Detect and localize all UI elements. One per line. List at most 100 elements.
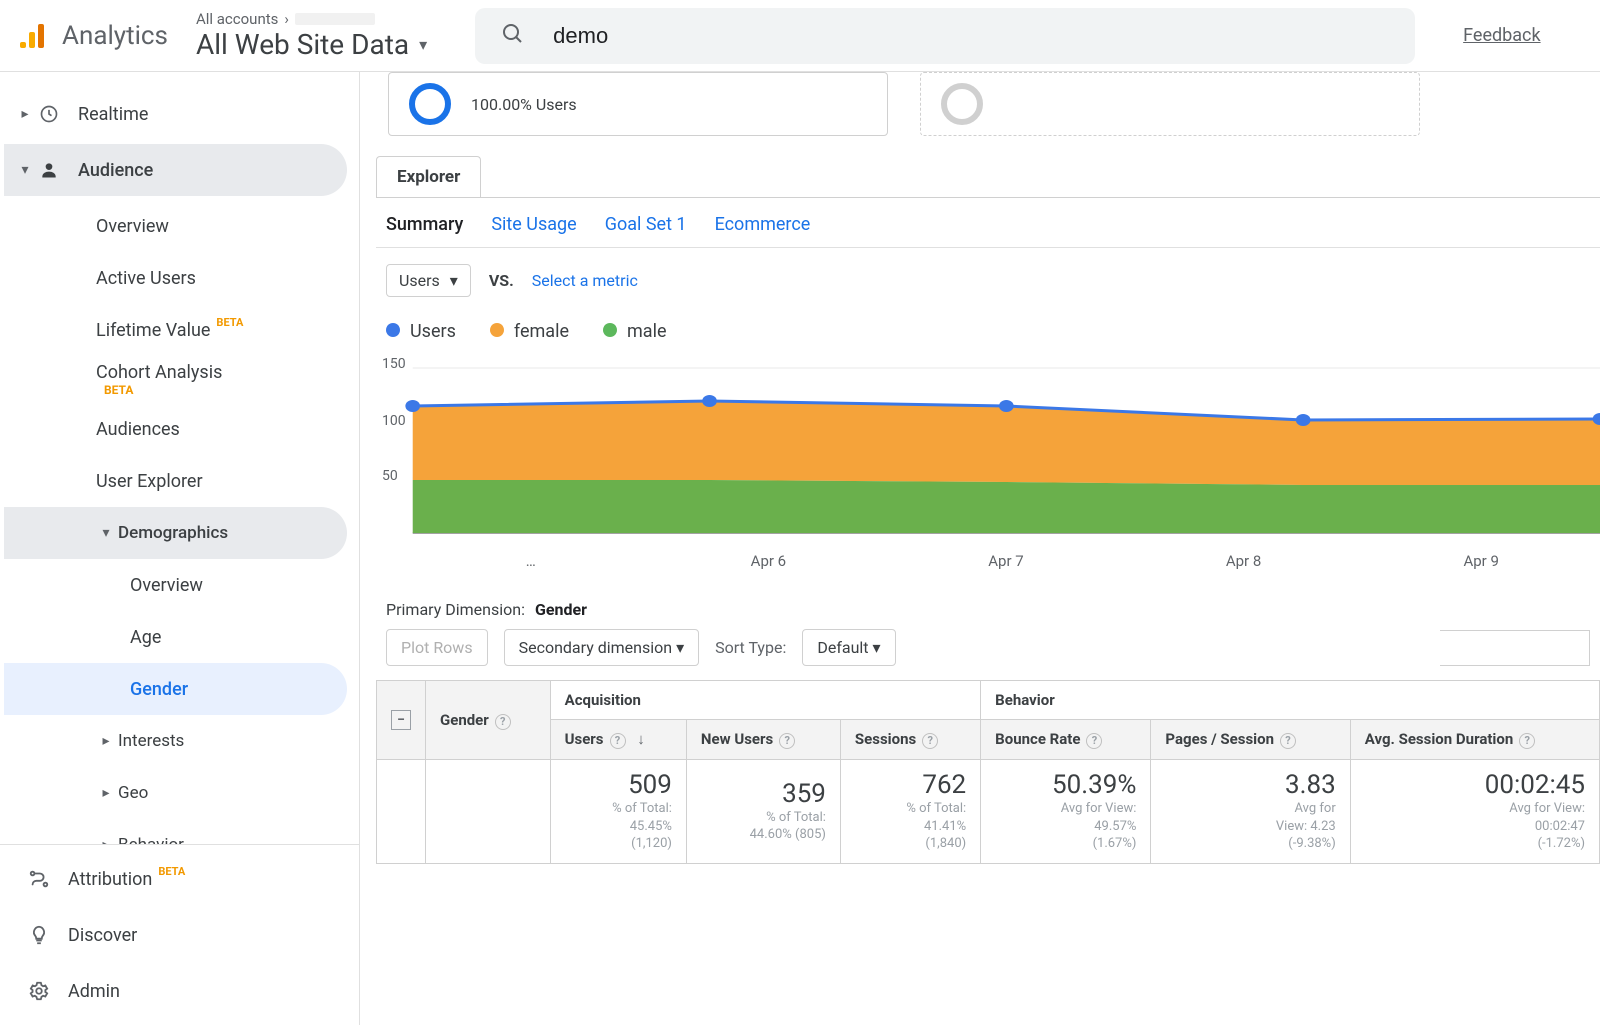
sort-desc-icon: ↓ [637,730,645,748]
tab-goal-set-1[interactable]: Goal Set 1 [605,214,687,235]
chevron-down-icon: ▾ [419,35,427,54]
chart-svg [376,348,1600,548]
plot-rows-button[interactable]: Plot Rows [386,629,488,666]
help-icon[interactable]: ? [1280,733,1296,749]
nav-audience-overview-label: Overview [96,216,169,237]
help-icon[interactable]: ? [1086,733,1102,749]
clock-icon [36,104,62,124]
totals-row: 509 % of Total: 45.45% (1,120) 359 % of … [377,760,1600,864]
view-name: All Web Site Data [196,28,409,61]
primary-metric-picker[interactable]: Users ▾ [386,264,471,297]
beta-badge: BETA [158,865,185,878]
col-users[interactable]: Users? ↓ [550,720,686,760]
person-icon [36,160,62,180]
secondary-dimension-button[interactable]: Secondary dimension ▾ [504,629,700,666]
search-bar[interactable] [475,8,1415,64]
explorer-panel: Explorer Summary Site Usage Goal Set 1 E… [376,156,1600,864]
nav-audiences-label: Audiences [96,419,180,440]
primary-dimension-value[interactable]: Gender [535,600,587,619]
legend-dot-blue-icon [386,323,400,337]
nav-demographics-age[interactable]: Age [4,611,347,663]
totals-pages-per-session: 3.83 Avg for View: 4.23 (-9.38%) [1151,760,1350,864]
nav-user-explorer-label: User Explorer [96,471,203,492]
chevron-right-icon: ▸ [94,837,118,844]
series-male-area [413,480,1600,533]
help-icon[interactable]: ? [495,714,511,730]
nav-geo[interactable]: ▸ Geo [4,767,347,819]
col-bounce-rate[interactable]: Bounce Rate? [981,720,1151,760]
account-selector[interactable]: All accounts › All Web Site Data ▾ [196,10,427,61]
nav-demographics-overview-label: Overview [130,575,203,596]
col-avg-session-duration[interactable]: Avg. Session Duration? [1350,720,1599,760]
nav-demographics-gender[interactable]: Gender [4,663,347,715]
col-new-users[interactable]: New Users? [686,720,840,760]
nav-demographics-label: Demographics [118,523,228,543]
report-main: 100.00% Users Explorer Summary Site Usag… [360,72,1600,1025]
chevron-right-icon: ▸ [94,785,118,801]
primary-dimension-label: Primary Dimension: [386,600,525,619]
nav-demographics[interactable]: ▾ Demographics [4,507,347,559]
nav-realtime[interactable]: ▸ Realtime [4,88,347,140]
tab-summary[interactable]: Summary [386,214,463,235]
metric-picker-row: Users ▾ VS. Select a metric [376,248,1600,305]
totals-sessions: 762 % of Total: 41.41% (1,840) [840,760,980,864]
breadcrumb: All accounts › [196,10,427,28]
path-icon [26,868,52,890]
breadcrumb-prefix: All accounts [196,10,278,28]
nav-cohort-analysis[interactable]: Cohort Analysis BETA [0,356,359,403]
table-toolbar: Plot Rows Secondary dimension ▾ Sort Typ… [376,629,1600,680]
nav-demographics-overview[interactable]: Overview [4,559,347,611]
nav-discover[interactable]: Discover [4,909,347,961]
nav-user-explorer[interactable]: User Explorer [0,455,359,507]
secondary-metric-link[interactable]: Select a metric [532,271,638,290]
legend-dot-orange-icon [490,323,504,337]
nav-behavior[interactable]: ▸ Behavior [4,819,347,844]
nav-admin[interactable]: Admin [4,965,347,1017]
col-dimension[interactable]: Gender? [426,681,551,760]
view-selector[interactable]: All Web Site Data ▾ [196,28,427,61]
nav-audiences[interactable]: Audiences [0,403,359,455]
y-tick-50: 50 [382,468,398,484]
app-header: Analytics All accounts › All Web Site Da… [0,0,1600,72]
tab-site-usage[interactable]: Site Usage [491,214,576,235]
nav-audience-overview[interactable]: Overview [0,200,359,252]
legend-dot-green-icon [603,323,617,337]
segment-add[interactable] [920,72,1420,136]
analytics-logo-icon [16,20,48,52]
help-icon[interactable]: ? [779,733,795,749]
series-female-area [413,401,1600,485]
col-sessions[interactable]: Sessions? [840,720,980,760]
nav-audience[interactable]: ▾ Audience [4,144,347,196]
help-icon[interactable]: ? [610,733,626,749]
nav-audience-label: Audience [78,160,153,181]
x-tick-0: … [412,552,650,570]
segment-strip: 100.00% Users [360,72,1600,156]
segment-all-users[interactable]: 100.00% Users [388,72,888,136]
nav-interests[interactable]: ▸ Interests [4,715,347,767]
explorer-tab[interactable]: Explorer [376,156,481,197]
nav-lifetime-value[interactable]: Lifetime Value BETA [0,304,359,356]
nav-active-users[interactable]: Active Users [0,252,359,304]
tab-ecommerce[interactable]: Ecommerce [715,214,811,235]
search-input[interactable] [551,22,1389,50]
sort-type-picker[interactable]: Default ▾ [802,629,895,666]
totals-bounce-rate: 50.39% Avg for View: 49.57% (1.67%) [981,760,1151,864]
legend-item-male: male [603,321,667,342]
legend-item-female: female [490,321,569,342]
nav-attribution[interactable]: Attribution BETA [4,853,347,905]
vs-label: VS. [489,271,514,290]
nav-geo-label: Geo [118,783,148,803]
help-icon[interactable]: ? [1519,733,1535,749]
collapse-toggle[interactable]: − [391,710,411,730]
totals-users: 509 % of Total: 45.45% (1,120) [550,760,686,864]
report-nav: ▸ Realtime ▾ Audience Overview [0,72,360,1025]
chevron-down-icon: ▾ [94,525,118,541]
feedback-link[interactable]: Feedback [1463,25,1540,46]
legend-item-users: Users [386,321,456,342]
table-search-input[interactable] [1440,630,1590,666]
donut-full-icon [409,83,451,125]
help-icon[interactable]: ? [922,733,938,749]
y-tick-150: 150 [382,356,406,372]
col-pages-per-session[interactable]: Pages / Session? [1151,720,1350,760]
trend-chart[interactable]: 150 100 50 [376,348,1600,548]
